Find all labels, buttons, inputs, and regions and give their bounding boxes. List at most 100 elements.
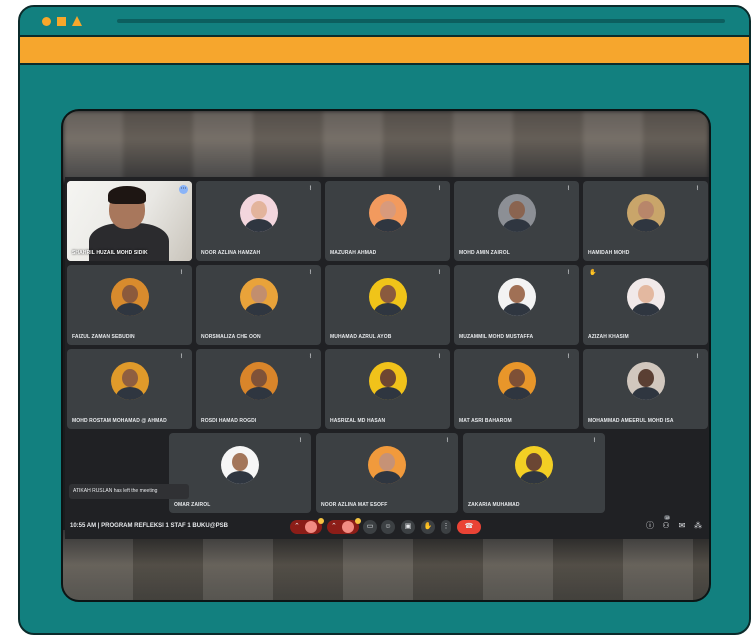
avatar-face xyxy=(637,369,654,387)
avatar-face xyxy=(637,201,654,219)
raise-hand-button[interactable]: ✋ xyxy=(421,520,435,534)
avatar-face xyxy=(250,201,267,219)
participant-name: ROSDI HAMAD ROGDI xyxy=(201,418,257,424)
participant-tile[interactable]: ⌇ NOOR AZLINA MAT ESOFF xyxy=(316,433,458,513)
participant-tile[interactable]: ⌇ MOHD AMIN ZAIROL xyxy=(454,181,579,261)
mic-off-icon: ⌇ xyxy=(696,354,699,360)
more-options-button[interactable]: ⋮ xyxy=(441,520,451,534)
captions-icon: ▭ xyxy=(366,523,374,530)
mic-off-icon: ⌇ xyxy=(593,438,596,444)
participant-tile[interactable]: ⌇ MUZAMMIL MOHD MUSTAFFA xyxy=(454,265,579,345)
captions-button[interactable]: ▭ xyxy=(363,520,377,534)
square-icon xyxy=(57,17,66,26)
avatar-body xyxy=(115,303,144,316)
mic-off-icon: ⌇ xyxy=(309,270,312,276)
avatar xyxy=(110,278,149,316)
notification-toast: ATIKAH RUSLAN has left the meeting xyxy=(69,484,189,499)
triangle-icon xyxy=(72,16,82,26)
people-button[interactable]: ⚇ 18 xyxy=(661,515,671,531)
participant-tile[interactable]: ⌇ NOOR AZLINA HAMZAH xyxy=(196,181,321,261)
mic-off-icon: ⌇ xyxy=(180,270,183,276)
activities-icon: ⁂ xyxy=(694,521,702,530)
participant-tile[interactable]: ⌇ OMAR ZAIROL xyxy=(169,433,311,513)
chat-button[interactable]: ✉ xyxy=(677,521,687,531)
avatar-face xyxy=(121,285,138,303)
avatar-face xyxy=(508,369,525,387)
participant-name: MOHD ROSTAM MOHAMAD @ AHMAD xyxy=(72,418,167,424)
mic-off-icon: ⌇ xyxy=(567,186,570,192)
person-hair xyxy=(108,186,146,204)
info-button[interactable]: ⓘ xyxy=(645,521,655,531)
mic-toggle-button[interactable]: ⌃ xyxy=(290,518,324,534)
emoji-button[interactable]: ☺ xyxy=(381,520,395,534)
participant-count-badge: 18 xyxy=(664,515,671,520)
participant-tile[interactable]: ⌇ MUHAMAD AZRUL AYOB xyxy=(325,265,450,345)
avatar-face xyxy=(508,201,525,219)
avatar-body xyxy=(502,303,531,316)
avatar-face xyxy=(379,285,396,303)
title-line xyxy=(117,19,725,23)
participant-tile[interactable]: ✋ AZIZAH KHASIM xyxy=(583,265,708,345)
participant-tile[interactable]: ⌇ HAMIDAH MOHD xyxy=(583,181,708,261)
mic-off-icon: ⌇ xyxy=(309,186,312,192)
participant-tile[interactable]: ⌇ MAT ASRI BAHAROM xyxy=(454,349,579,429)
avatar xyxy=(626,362,665,400)
avatar xyxy=(497,278,536,316)
participant-name: NOOR AZLINA HAMZAH xyxy=(201,250,261,256)
camera-toggle-button[interactable]: ⌃ xyxy=(327,518,361,534)
chat-icon: ✉ xyxy=(678,521,686,530)
participant-name: ZAKARIA MUHAMAD xyxy=(468,502,520,508)
avatar xyxy=(239,362,278,400)
participant-name: HAMIDAH MOHD xyxy=(588,250,630,256)
participant-name: AZIZAH KHASIM xyxy=(588,334,629,340)
activities-button[interactable]: ⁂ xyxy=(693,521,703,531)
more-options-icon[interactable]: ⋯ xyxy=(179,185,188,194)
avatar-body xyxy=(631,303,660,316)
avatar-body xyxy=(631,387,660,400)
more-vert-icon: ⋮ xyxy=(442,523,450,530)
chevron-up-icon: ⌃ xyxy=(294,523,300,530)
participant-name: HASRIZAL MD HASAN xyxy=(330,418,386,424)
participant-name: SHAHRIL HUZAIL MOHD SIDIK xyxy=(72,250,148,256)
leave-call-button[interactable]: ☎ xyxy=(457,520,481,534)
participant-tile[interactable]: ⌇ FAIZUL ZAMAN SEBUDIN xyxy=(67,265,192,345)
avatar-body xyxy=(115,387,144,400)
avatar-body xyxy=(631,219,660,232)
avatar-face xyxy=(379,201,396,219)
blurred-bottom-band xyxy=(63,530,709,600)
avatar xyxy=(515,446,553,484)
avatar-face xyxy=(508,285,525,303)
avatar-face xyxy=(250,285,267,303)
participant-tile[interactable]: ⌇ ZAKARIA MUHAMAD xyxy=(463,433,605,513)
participant-tile[interactable]: ⌇ MOHD ROSTAM MOHAMAD @ AHMAD xyxy=(67,349,192,429)
participant-tile[interactable]: ⌇ NORSMALIZA CHE OON xyxy=(196,265,321,345)
window-titlebar xyxy=(20,7,749,35)
camera-off-icon xyxy=(342,521,354,533)
info-icon: ⓘ xyxy=(646,521,654,530)
present-icon: ▣ xyxy=(404,523,412,530)
avatar-face xyxy=(526,453,542,471)
mic-off-icon xyxy=(305,521,317,533)
hand-icon: ✋ xyxy=(423,523,433,530)
present-button[interactable]: ▣ xyxy=(401,520,415,534)
mic-off-icon: ⌇ xyxy=(438,186,441,192)
participant-tile[interactable]: ⌇ ROSDI HAMAD ROGDI xyxy=(196,349,321,429)
chevron-up-icon: ⌃ xyxy=(331,523,337,530)
avatar xyxy=(368,278,407,316)
mic-warning-badge xyxy=(318,518,324,524)
avatar xyxy=(497,194,536,232)
mic-off-icon: ⌇ xyxy=(567,354,570,360)
participant-name: MUHAMAD AZRUL AYOB xyxy=(330,334,392,340)
avatar xyxy=(221,446,259,484)
avatar-face xyxy=(379,453,395,471)
participant-name: MOHD AMIN ZAIROL xyxy=(459,250,510,256)
mic-off-icon: ⌇ xyxy=(299,438,302,444)
participant-tile[interactable]: ⌇ HASRIZAL MD HASAN xyxy=(325,349,450,429)
participant-tile[interactable]: ⌇ MAZURAH AHMAD xyxy=(325,181,450,261)
presentation-frame: ⋯ SHAHRIL HUZAIL MOHD SIDIK ⌇ NOOR AZLINA H… xyxy=(18,5,751,635)
avatar xyxy=(239,194,278,232)
call-control-bar: 10:55 AM | PROGRAM REFLEKSI 1 STAF 1 BUK… xyxy=(65,515,709,539)
mic-off-icon: ⌇ xyxy=(446,438,449,444)
participant-tile[interactable]: ⋯ SHAHRIL HUZAIL MOHD SIDIK xyxy=(67,181,192,261)
participant-tile[interactable]: ⌇ MOHAMMAD AMEERUL MOHD ISA xyxy=(583,349,708,429)
